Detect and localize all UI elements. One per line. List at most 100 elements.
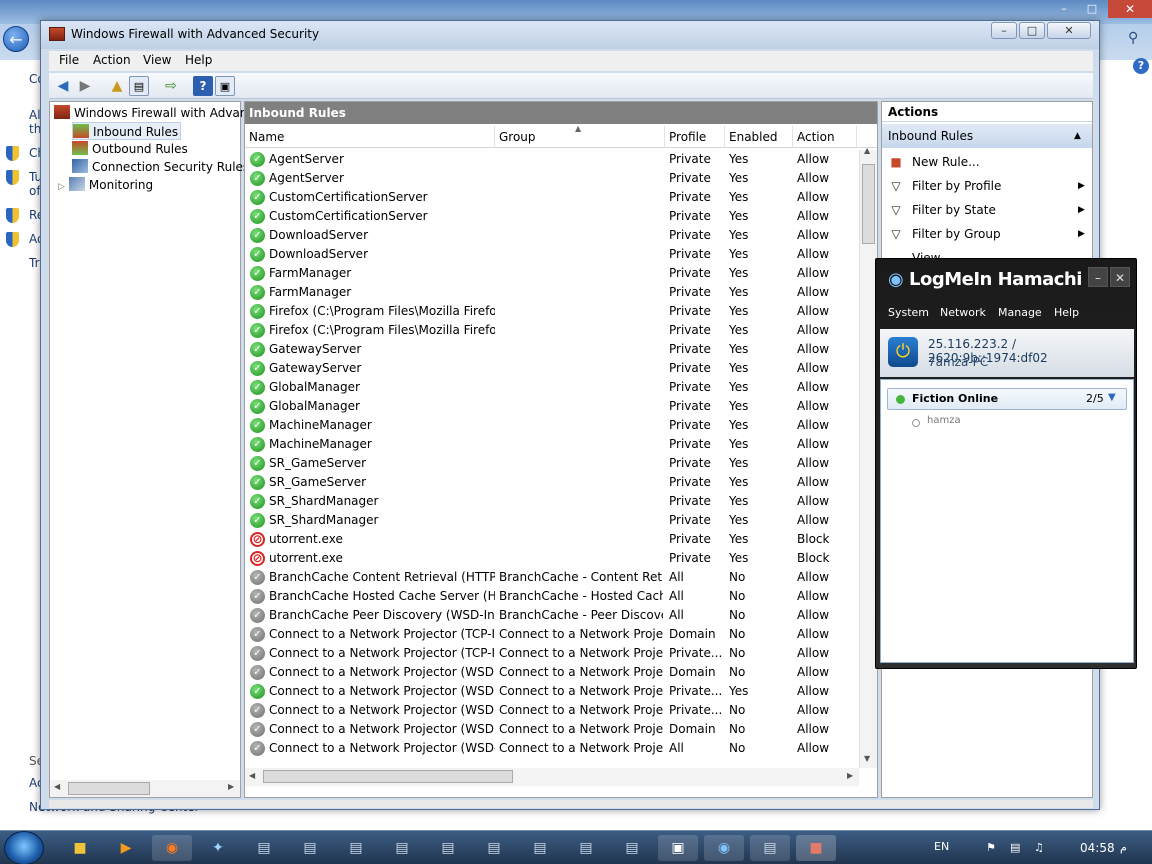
scroll-left-icon[interactable]: ◀ (249, 771, 255, 780)
close-button[interactable]: ✕ (1110, 267, 1130, 287)
tree-item-inbound-rules[interactable]: Inbound Rules (72, 122, 182, 140)
window-icon[interactable]: ▤ (428, 835, 468, 861)
tree-item-connection-security-rules[interactable]: Connection Security Rules (72, 158, 249, 176)
rule-row[interactable]: ✓ CustomCertificationServer Private Yes Allo… (245, 188, 859, 207)
rule-row[interactable]: ✓ Connect to a Network Projector (WSD Ev.… (245, 682, 859, 701)
window-icon[interactable]: ▤ (244, 835, 284, 861)
action-new-rule[interactable]: ■ New Rule... (888, 150, 979, 174)
rule-row[interactable]: ✓ Connect to a Network Projector (TCP-In)… (245, 625, 859, 644)
clapper-icon[interactable]: ▣ (658, 835, 698, 861)
show-action-pane-icon[interactable]: ▣ (215, 76, 235, 96)
hamachi-menu-system[interactable]: System (888, 306, 929, 319)
tree-root[interactable]: Windows Firewall with Advance (54, 104, 261, 122)
flag-icon[interactable]: ⚑ (986, 841, 996, 854)
network-row[interactable]: Fiction Online 2/5 ▼ (887, 388, 1127, 410)
minimize-button[interactable]: – (991, 22, 1017, 39)
rule-row[interactable]: ✓ Connect to a Network Projector (WSD Ev.… (245, 663, 859, 682)
rule-row[interactable]: ✓ FarmManager Private Yes Allow (245, 283, 859, 302)
expand-arrow-icon[interactable]: ▷ (58, 182, 65, 192)
rule-row[interactable]: ✓ GlobalManager Private Yes Allow (245, 378, 859, 397)
start-button[interactable] (4, 831, 44, 864)
column-enabled[interactable]: Enabled (725, 126, 793, 148)
back-arrow-icon[interactable]: ← (3, 26, 29, 52)
rule-row[interactable]: ✓ MachineManager Private Yes Allow (245, 416, 859, 435)
window-icon[interactable]: ▤ (612, 835, 652, 861)
rule-row[interactable]: ✓ SR_GameServer Private Yes Allow (245, 454, 859, 473)
maximize-button[interactable]: □ (1019, 22, 1045, 39)
left-link[interactable]: Tr (29, 256, 40, 270)
rule-row[interactable]: ✓ Firefox (C:\Program Files\Mozilla Firef… (245, 302, 859, 321)
hamachi-menu-manage[interactable]: Manage (998, 306, 1042, 319)
scroll-right-icon[interactable]: ▶ (847, 771, 853, 780)
action-filter-state[interactable]: ▽ Filter by State ▶ (888, 198, 1088, 222)
close-icon[interactable]: ✕ (1108, 0, 1152, 18)
maximize-icon[interactable]: □ (1078, 0, 1106, 18)
rule-row[interactable]: ✓ GatewayServer Private Yes Allow (245, 359, 859, 378)
rule-row[interactable]: ✓ DownloadServer Private Yes Allow (245, 226, 859, 245)
action-filter-profile[interactable]: ▽ Filter by Profile ▶ (888, 174, 1088, 198)
member-name[interactable]: hamza (927, 415, 961, 426)
show-tree-icon[interactable]: ▤ (129, 76, 149, 96)
close-button[interactable]: ✕ (1047, 22, 1091, 39)
window-icon[interactable]: ▤ (336, 835, 376, 861)
action-filter-group[interactable]: ▽ Filter by Group ▶ (888, 222, 1088, 246)
minimize-icon[interactable]: – (1050, 0, 1078, 18)
rule-row[interactable]: ✓ GlobalManager Private Yes Allow (245, 397, 859, 416)
firewall-taskbar-icon[interactable]: ■ (796, 835, 836, 861)
forward-icon[interactable]: ▶ (75, 76, 95, 96)
media-player-icon[interactable]: ▶ (106, 835, 146, 861)
language-indicator[interactable]: EN (934, 840, 949, 853)
rule-row[interactable]: ✓ SR_ShardManager Private Yes Allow (245, 511, 859, 530)
collapse-icon[interactable]: ▲ (1074, 124, 1081, 148)
rule-row[interactable]: ✓ Connect to a Network Projector (WSD Ev.… (245, 701, 859, 720)
up-folder-icon[interactable]: ▲ (107, 76, 127, 96)
firefox-icon[interactable]: ◉ (152, 835, 192, 861)
rule-row[interactable]: ✓ Connect to a Network Projector (WSD Ev.… (245, 720, 859, 739)
scrollbar-thumb[interactable] (862, 164, 875, 244)
scrollbar-thumb[interactable] (263, 770, 513, 783)
rule-row[interactable]: ✓ SR_GameServer Private Yes Allow (245, 473, 859, 492)
rule-row[interactable]: ✓ CustomCertificationServer Private Yes Allo… (245, 207, 859, 226)
rule-row[interactable]: ✓ BranchCache Peer Discovery (WSD-In) Bran… (245, 606, 859, 625)
column-name[interactable]: Name (245, 126, 495, 148)
window-icon[interactable]: ▤ (474, 835, 514, 861)
minimize-button[interactable]: – (1088, 267, 1108, 287)
scroll-right-icon[interactable]: ▶ (228, 782, 234, 791)
tree-item-monitoring[interactable]: ▷ Monitoring (58, 176, 153, 194)
rule-row[interactable]: ✓ MachineManager Private Yes Allow (245, 435, 859, 454)
scrollbar-thumb[interactable] (68, 782, 150, 795)
power-icon[interactable]: ⏻ (888, 337, 918, 367)
explorer-icon[interactable]: ■ (60, 835, 100, 861)
rule-row[interactable]: ✓ Firefox (C:\Program Files\Mozilla Firef… (245, 321, 859, 340)
rule-row[interactable]: ✓ FarmManager Private Yes Allow (245, 264, 859, 283)
chevron-down-icon[interactable]: ▼ (1108, 392, 1116, 403)
window-icon[interactable]: ▤ (566, 835, 606, 861)
volume-icon[interactable]: ♫ (1034, 841, 1044, 854)
tools-icon[interactable]: ✦ (198, 835, 238, 861)
rule-row[interactable]: ⊘ utorrent.exe Private Yes Block (245, 549, 859, 568)
column-action[interactable]: Action (793, 126, 857, 148)
rule-row[interactable]: ✓ AgentServer Private Yes Allow (245, 150, 859, 169)
rule-row[interactable]: ✓ DownloadServer Private Yes Allow (245, 245, 859, 264)
rule-row[interactable]: ✓ Connect to a Network Projector (WSD-In)… (245, 739, 859, 758)
back-icon[interactable]: ◀ (53, 76, 73, 96)
window-icon[interactable]: ▤ (290, 835, 330, 861)
scroll-up-icon[interactable]: ▲ (864, 146, 870, 155)
rule-row[interactable]: ✓ SR_ShardManager Private Yes Allow (245, 492, 859, 511)
scroll-down-icon[interactable]: ▼ (864, 754, 870, 763)
rule-row[interactable]: ✓ AgentServer Private Yes Allow (245, 169, 859, 188)
help-icon[interactable]: ? (193, 76, 213, 96)
remote-desktop-icon[interactable]: ▤ (750, 835, 790, 861)
hamachi-taskbar-icon[interactable]: ◉ (704, 835, 744, 861)
rule-row[interactable]: ⊘ utorrent.exe Private Yes Block (245, 530, 859, 549)
menu-view[interactable]: View (143, 53, 171, 67)
rule-row[interactable]: ✓ Connect to a Network Projector (TCP-In)… (245, 644, 859, 663)
network-icon[interactable]: ▤ (1010, 841, 1020, 854)
window-icon[interactable]: ▤ (382, 835, 422, 861)
left-link[interactable]: of (29, 184, 41, 198)
tree-item-outbound-rules[interactable]: Outbound Rules (72, 140, 188, 158)
rules-hscrollbar[interactable]: ◀ ▶ (245, 768, 859, 786)
export-icon[interactable]: ⇨ (161, 76, 181, 96)
menu-file[interactable]: File (59, 53, 79, 67)
rule-row[interactable]: ✓ GatewayServer Private Yes Allow (245, 340, 859, 359)
